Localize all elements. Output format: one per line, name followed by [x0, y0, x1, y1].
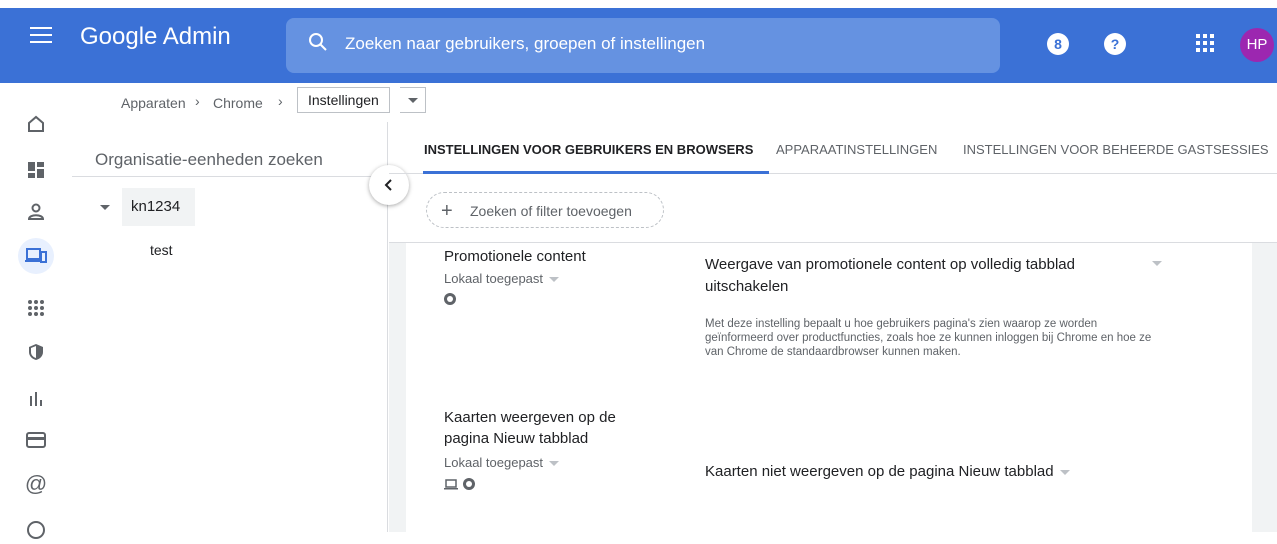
chevron-down-icon[interactable] [1152, 261, 1162, 266]
users-icon[interactable] [22, 198, 50, 226]
billing-icon[interactable] [22, 426, 50, 454]
chevron-down-icon [408, 98, 418, 103]
filter-label: Zoeken of filter toevoegen [470, 203, 632, 219]
tab-guest-session-settings[interactable]: INSTELLINGEN VOOR BEHEERDE GASTSESSIES [963, 142, 1269, 157]
setting-scope-label: Lokaal toegepast [444, 455, 544, 470]
main-menu-icon[interactable] [30, 27, 52, 47]
setting-title: Kaarten weergeven op de pagina Nieuw tab… [444, 409, 616, 447]
search-placeholder: Zoeken naar gebruikers, groepen of inste… [345, 34, 706, 53]
tab-user-browser-settings[interactable]: INSTELLINGEN VOOR GEBRUIKERS EN BROWSERS [424, 142, 753, 157]
security-shield-icon[interactable] [22, 338, 50, 366]
org-units-panel: Organisatie-eenheden zoeken kn1234 test [72, 122, 388, 532]
chrome-browser-icon [463, 478, 475, 490]
brand-logo[interactable]: Google Admin [80, 23, 231, 51]
apps-grid-icon[interactable] [1196, 34, 1214, 52]
settings-list: Promotionele content Lokaal toegepast We… [389, 243, 1277, 532]
setting-scope[interactable]: Lokaal toegepast [444, 271, 560, 286]
devices-icon[interactable] [18, 238, 54, 274]
notifications-icon[interactable]: 8 [1047, 33, 1069, 55]
breadcrumb: Apparaten › Chrome › Instellingen [72, 84, 1277, 118]
breadcrumb-separator: › [278, 93, 283, 109]
chevron-down-icon [1059, 469, 1070, 475]
domains-icon[interactable]: @ [22, 470, 50, 498]
home-icon[interactable] [22, 110, 50, 138]
org-unit-child[interactable]: test [150, 242, 173, 258]
expand-arrow-icon[interactable] [100, 205, 110, 210]
breadcrumb-chrome[interactable]: Chrome [213, 95, 263, 111]
tab-device-settings[interactable]: APPARAATINSTELLINGEN [776, 142, 937, 157]
chevron-down-icon [549, 461, 560, 467]
divider [72, 176, 388, 177]
left-navigation: @ [0, 84, 72, 539]
help-icon[interactable]: ? [1104, 33, 1126, 55]
filter-bar: + Zoeken of filter toevoegen [389, 175, 1277, 243]
org-unit-root-label: kn1234 [131, 198, 181, 215]
avatar[interactable]: HP [1240, 28, 1274, 62]
dashboard-icon[interactable] [22, 156, 50, 184]
setting-description: Met deze instelling bepaalt u hoe gebrui… [705, 318, 1152, 358]
laptop-device-icon [444, 479, 458, 490]
settings-card: Promotionele content Lokaal toegepast We… [406, 243, 1252, 532]
plus-icon: + [441, 200, 453, 222]
more-icon[interactable] [22, 516, 50, 544]
breadcrumb-current[interactable]: Instellingen [297, 87, 390, 113]
setting-scope-label: Lokaal toegepast [444, 271, 544, 286]
chevron-down-icon [549, 277, 560, 283]
top-app-bar: Google Admin Zoeken naar gebruikers, gro… [0, 0, 1277, 84]
search-icon [309, 33, 327, 51]
breadcrumb-dropdown-button[interactable] [400, 87, 426, 113]
apps-icon[interactable] [22, 294, 50, 322]
add-filter-button[interactable]: + Zoeken of filter toevoegen [426, 192, 664, 228]
active-tab-indicator [423, 171, 769, 174]
setting-value-select[interactable]: Weergave van promotionele content op vol… [705, 254, 1115, 298]
settings-tabs: INSTELLINGEN VOOR GEBRUIKERS EN BROWSERS… [389, 122, 1277, 174]
setting-title: Promotionele content [444, 248, 586, 265]
breadcrumb-separator: › [195, 93, 200, 109]
org-search-input[interactable]: Organisatie-eenheden zoeken [95, 150, 323, 170]
chrome-browser-icon [444, 293, 456, 305]
reports-icon[interactable] [22, 384, 50, 412]
setting-value-select[interactable]: Kaarten niet weergeven op de pagina Nieu… [705, 461, 1070, 483]
breadcrumb-devices[interactable]: Apparaten [121, 95, 186, 111]
setting-value-label: Kaarten niet weergeven op de pagina Nieu… [705, 463, 1054, 480]
setting-scope[interactable]: Lokaal toegepast [444, 455, 560, 470]
